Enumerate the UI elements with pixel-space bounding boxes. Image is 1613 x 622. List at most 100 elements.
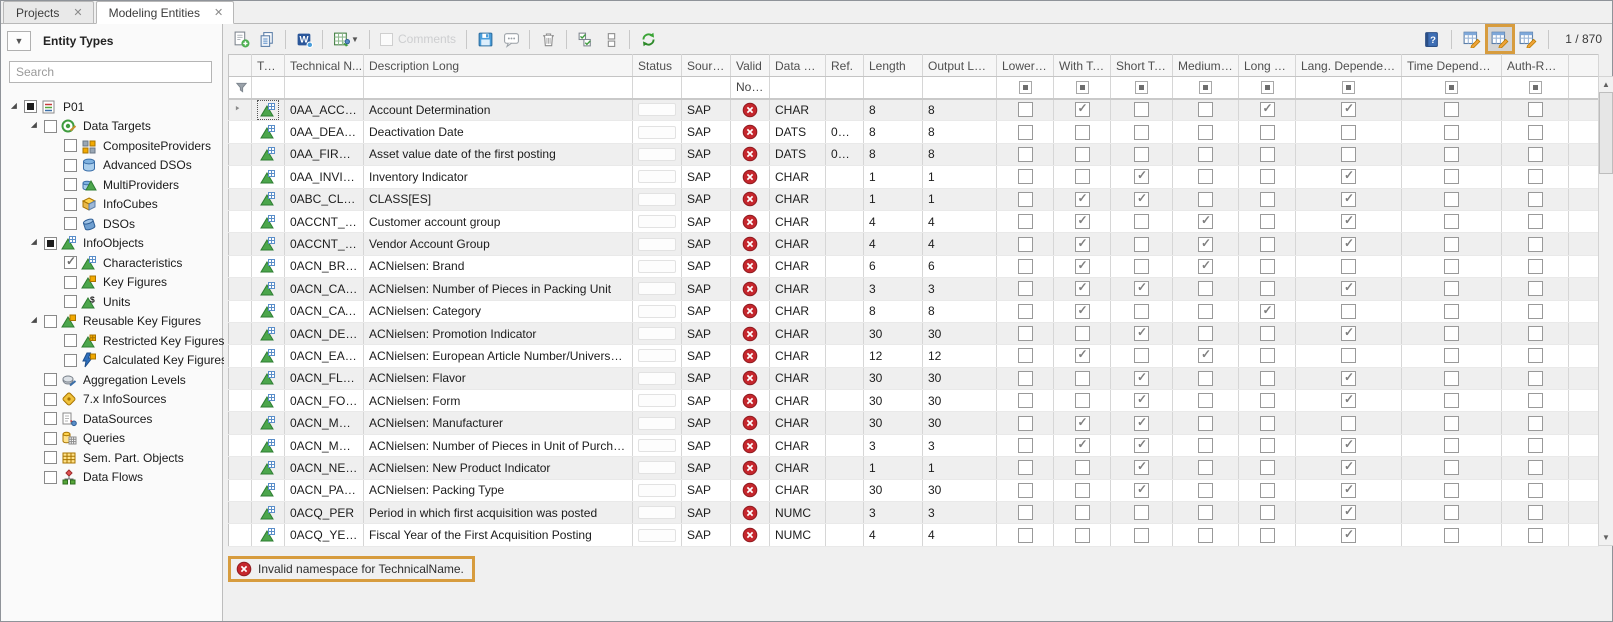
- auth-checkbox[interactable]: [1528, 102, 1543, 117]
- tree-item-dsos[interactable]: DSOs: [1, 214, 222, 234]
- time_dep-checkbox[interactable]: [1444, 147, 1459, 162]
- tree-item-key-figures[interactable]: Key Figures: [1, 273, 222, 293]
- cell-tech[interactable]: 0ACQ_YEAR: [285, 524, 364, 546]
- short_texts-checkbox[interactable]: [1134, 416, 1149, 431]
- cell-tech[interactable]: 0ACCNT_GRP: [285, 210, 364, 232]
- short_texts-checkbox[interactable]: [1134, 214, 1149, 229]
- short_texts-checkbox[interactable]: [1134, 326, 1149, 341]
- tree-checkbox[interactable]: [64, 139, 77, 152]
- lowercase-checkbox[interactable]: [1018, 393, 1033, 408]
- short_texts-checkbox[interactable]: [1134, 304, 1149, 319]
- tree-checkbox[interactable]: [44, 393, 57, 406]
- filter-checkbox-indeterminate[interactable]: [1261, 81, 1274, 94]
- auth-checkbox[interactable]: [1528, 237, 1543, 252]
- tree-item-7-x-infosources[interactable]: 7.x InfoSources: [1, 390, 222, 410]
- tree-checkbox[interactable]: [44, 315, 57, 328]
- lang_dep-checkbox[interactable]: [1341, 393, 1356, 408]
- auth-checkbox[interactable]: [1528, 416, 1543, 431]
- cell-tech[interactable]: 0ACN_BRAND: [285, 255, 364, 277]
- tree-checkbox[interactable]: [44, 471, 57, 484]
- cell-desc[interactable]: ACNielsen: Number of Pieces in Unit of P…: [364, 434, 633, 456]
- filter-cell-auth[interactable]: [1502, 77, 1569, 99]
- cell-desc[interactable]: Deactivation Date: [364, 121, 633, 143]
- long_texts-checkbox[interactable]: [1260, 304, 1275, 319]
- filter-cell-short_texts[interactable]: [1111, 77, 1173, 99]
- medium_texts-checkbox[interactable]: [1198, 528, 1213, 543]
- cell-tech[interactable]: 0AA_INVIND: [285, 166, 364, 188]
- table-row-0ACN_CATGRY[interactable]: 0ACN_CATGRYACNielsen: CategorySAPCHAR88: [229, 300, 1599, 322]
- short_texts-checkbox[interactable]: [1134, 348, 1149, 363]
- lang_dep-checkbox[interactable]: [1341, 505, 1356, 520]
- column-header-with_texts[interactable]: With Texts: [1054, 55, 1111, 77]
- filter-checkbox-indeterminate[interactable]: [1199, 81, 1212, 94]
- auth-checkbox[interactable]: [1528, 169, 1543, 184]
- search-input[interactable]: [9, 61, 212, 83]
- with_texts-checkbox[interactable]: [1075, 416, 1090, 431]
- column-header-medium_texts[interactable]: Medium Texts: [1173, 55, 1239, 77]
- with_texts-checkbox[interactable]: [1075, 214, 1090, 229]
- with_texts-checkbox[interactable]: [1075, 438, 1090, 453]
- new-entity-button[interactable]: [229, 27, 253, 51]
- lang_dep-checkbox[interactable]: [1341, 483, 1356, 498]
- filter-cell-length[interactable]: [864, 77, 923, 99]
- short_texts-checkbox[interactable]: [1134, 460, 1149, 475]
- scroll-down-button[interactable]: ▼: [1599, 530, 1613, 545]
- short_texts-checkbox[interactable]: [1134, 393, 1149, 408]
- cell-tech[interactable]: 0ACN_CASEPK: [285, 278, 364, 300]
- short_texts-checkbox[interactable]: [1134, 125, 1149, 140]
- tree-item-infoobjects[interactable]: InfoObjects: [1, 234, 222, 254]
- column-header-short_texts[interactable]: Short Texts: [1111, 55, 1173, 77]
- with_texts-checkbox[interactable]: [1075, 505, 1090, 520]
- time_dep-checkbox[interactable]: [1444, 371, 1459, 386]
- table-row-0ACN_BRAND[interactable]: 0ACN_BRANDACNielsen: BrandSAPCHAR66: [229, 255, 1599, 277]
- medium_texts-checkbox[interactable]: [1198, 326, 1213, 341]
- medium_texts-checkbox[interactable]: [1198, 304, 1213, 319]
- with_texts-checkbox[interactable]: [1075, 483, 1090, 498]
- medium_texts-checkbox[interactable]: [1198, 281, 1213, 296]
- time_dep-checkbox[interactable]: [1444, 348, 1459, 363]
- filter-cell-desc[interactable]: [364, 77, 633, 99]
- filter-checkbox-indeterminate[interactable]: [1076, 81, 1089, 94]
- tree-item-sem-part-objects[interactable]: Sem. Part. Objects: [1, 448, 222, 468]
- cell-desc[interactable]: ACNielsen: Flavor: [364, 367, 633, 389]
- tree-item-data-targets[interactable]: Data Targets: [1, 117, 222, 137]
- time_dep-checkbox[interactable]: [1444, 304, 1459, 319]
- edit-details-button[interactable]: [1460, 27, 1484, 51]
- medium_texts-checkbox[interactable]: [1198, 416, 1213, 431]
- filter-cell-ref[interactable]: [826, 77, 864, 99]
- lowercase-checkbox[interactable]: [1018, 102, 1033, 117]
- lang_dep-checkbox[interactable]: [1341, 371, 1356, 386]
- table-row-0ACN_NEWITM[interactable]: 0ACN_NEWITMACNielsen: New Product Indica…: [229, 457, 1599, 479]
- lowercase-checkbox[interactable]: [1018, 371, 1033, 386]
- long_texts-checkbox[interactable]: [1260, 348, 1275, 363]
- with_texts-checkbox[interactable]: [1075, 281, 1090, 296]
- tree-checkbox[interactable]: [24, 100, 37, 113]
- filter-cell-status[interactable]: [633, 77, 682, 99]
- long_texts-checkbox[interactable]: [1260, 147, 1275, 162]
- short_texts-checkbox[interactable]: [1134, 483, 1149, 498]
- lowercase-checkbox[interactable]: [1018, 304, 1033, 319]
- lang_dep-checkbox[interactable]: [1341, 125, 1356, 140]
- lowercase-checkbox[interactable]: [1018, 528, 1033, 543]
- lang_dep-checkbox[interactable]: [1341, 259, 1356, 274]
- lang_dep-checkbox[interactable]: [1341, 169, 1356, 184]
- medium_texts-checkbox[interactable]: [1198, 237, 1213, 252]
- lang_dep-checkbox[interactable]: [1341, 304, 1356, 319]
- cell-tech[interactable]: 0ACN_FORM: [285, 390, 364, 412]
- lang_dep-checkbox[interactable]: [1341, 438, 1356, 453]
- cell-tech[interactable]: 0ACN_PACK: [285, 479, 364, 501]
- filter-cell-with_texts[interactable]: [1054, 77, 1111, 99]
- lowercase-checkbox[interactable]: [1018, 281, 1033, 296]
- auth-checkbox[interactable]: [1528, 348, 1543, 363]
- tree-checkbox[interactable]: [44, 237, 57, 250]
- auth-checkbox[interactable]: [1528, 393, 1543, 408]
- cell-tech[interactable]: 0ACCNT_GRPV: [285, 233, 364, 255]
- filter-checkbox-indeterminate[interactable]: [1529, 81, 1542, 94]
- filter-cell-gutter[interactable]: [229, 77, 252, 99]
- column-header-time_dep[interactable]: Time Dependent T...: [1402, 55, 1502, 77]
- auth-checkbox[interactable]: [1528, 125, 1543, 140]
- lang_dep-checkbox[interactable]: [1341, 281, 1356, 296]
- auth-checkbox[interactable]: [1528, 371, 1543, 386]
- vertical-scrollbar[interactable]: ▲ ▼: [1598, 76, 1613, 546]
- table-row-0ACN_MULTPK[interactable]: 0ACN_MULTPKACNielsen: Number of Pieces i…: [229, 434, 1599, 456]
